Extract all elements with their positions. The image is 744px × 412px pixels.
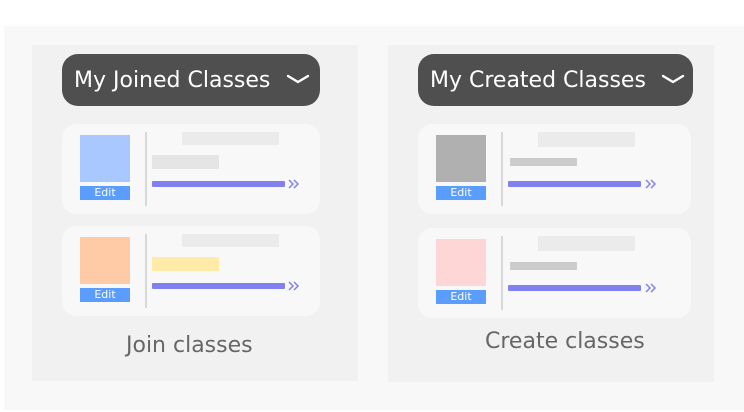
chevron-down-icon <box>286 74 310 84</box>
progress-bar <box>508 181 641 187</box>
class-title-placeholder <box>538 236 635 251</box>
class-thumbnail <box>80 135 130 182</box>
double-chevron-right-icon[interactable] <box>645 283 657 293</box>
divider <box>145 132 147 206</box>
edit-button[interactable]: Edit <box>80 288 130 302</box>
edit-button[interactable]: Edit <box>80 186 130 200</box>
class-thumbnail <box>436 239 486 286</box>
double-chevron-right-icon[interactable] <box>288 179 300 189</box>
create-classes-caption: Create classes <box>485 329 645 354</box>
join-classes-caption: Join classes <box>126 333 253 358</box>
divider <box>145 234 147 308</box>
progress-bar <box>152 283 285 289</box>
class-subtitle-highlight <box>152 257 219 271</box>
class-subtitle-placeholder <box>510 158 577 166</box>
divider <box>501 132 503 206</box>
class-thumbnail <box>80 237 130 284</box>
class-subtitle-placeholder <box>152 155 219 169</box>
joined-classes-title: My Joined Classes <box>74 67 271 93</box>
class-title-placeholder <box>182 234 279 247</box>
double-chevron-right-icon[interactable] <box>645 179 657 189</box>
double-chevron-right-icon[interactable] <box>288 281 300 291</box>
joined-classes-dropdown[interactable]: My Joined Classes <box>62 54 320 106</box>
class-title-placeholder <box>182 132 279 145</box>
progress-bar <box>152 181 285 187</box>
class-subtitle-placeholder <box>510 262 577 270</box>
created-classes-title: My Created Classes <box>430 67 646 93</box>
edit-button[interactable]: Edit <box>436 186 486 200</box>
edit-button[interactable]: Edit <box>436 290 486 304</box>
progress-bar <box>508 285 641 291</box>
created-classes-dropdown[interactable]: My Created Classes <box>418 54 693 106</box>
class-thumbnail <box>436 135 486 182</box>
class-title-placeholder <box>538 132 635 147</box>
chevron-down-icon <box>661 74 685 84</box>
divider <box>501 236 503 310</box>
